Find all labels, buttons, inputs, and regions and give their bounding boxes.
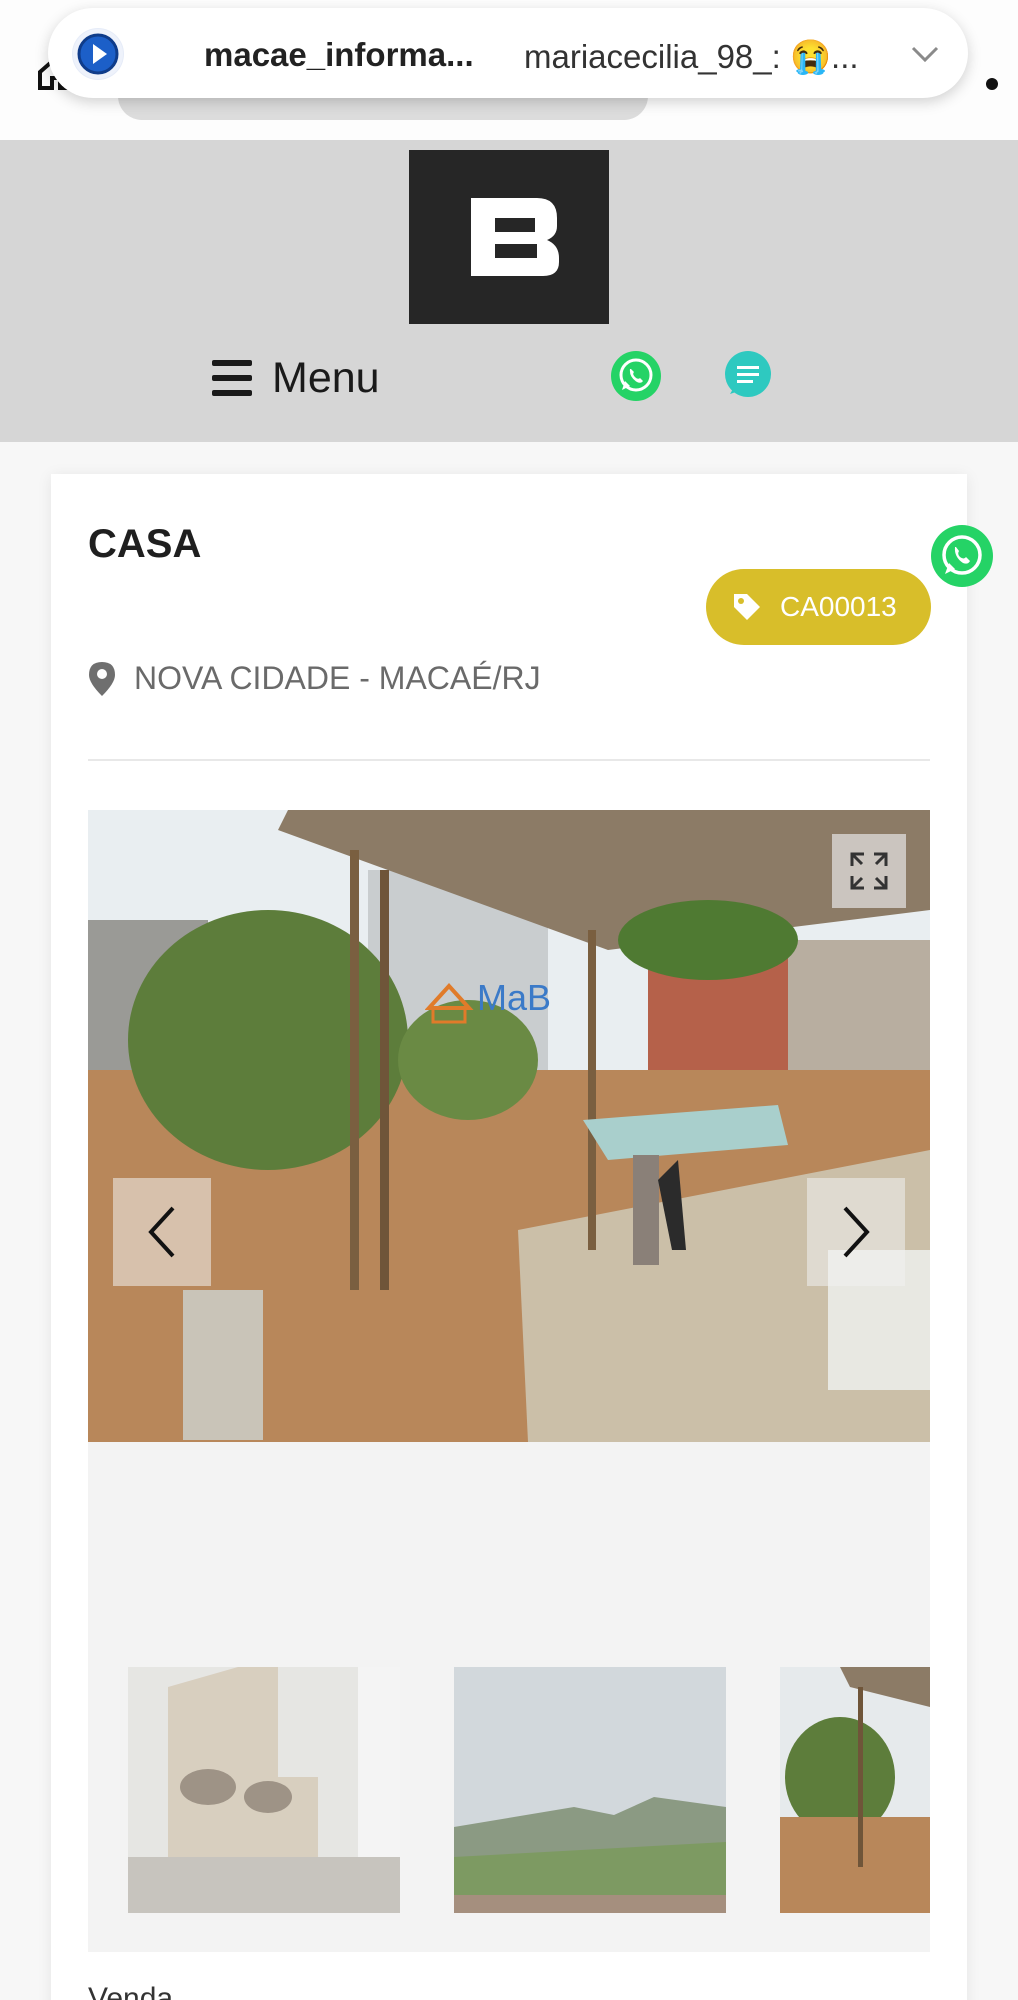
landscape-photo-image (454, 1667, 726, 1913)
hamburger-icon (212, 360, 252, 396)
watermark-logo-icon: MaB (425, 977, 551, 1024)
thumbnail[interactable] (128, 1667, 400, 1913)
previous-photo-button[interactable] (113, 1178, 211, 1286)
thumbnail-strip (88, 1442, 930, 1952)
location-text: NOVA CIDADE - MACAÉ/RJ (134, 660, 541, 696)
notification-sender: macae_informa... (204, 36, 474, 73)
next-photo-button[interactable] (807, 1178, 905, 1286)
divider (88, 759, 930, 761)
fullscreen-button[interactable] (832, 834, 906, 908)
listing-location: NOVA CIDADE - MACAÉ/RJ (88, 660, 541, 697)
menu-button[interactable]: Menu (212, 348, 380, 408)
backyard-thumb-image (780, 1667, 930, 1913)
location-pin-icon (89, 661, 115, 696)
site-logo[interactable] (409, 150, 609, 324)
floating-whatsapp-icon[interactable] (930, 524, 994, 588)
logo-b-icon (471, 198, 559, 276)
expand-icon (850, 852, 888, 890)
menu-label: Menu (272, 353, 380, 402)
more-icon[interactable] (986, 78, 998, 90)
chevron-down-icon[interactable] (910, 44, 940, 64)
listing-code: CA00013 (780, 591, 897, 622)
listing-card: CASA CA00013 NOVA CIDADE - MACAÉ/RJ MaB … (51, 474, 967, 2000)
listing-purpose: Venda (88, 1982, 174, 2000)
notification-banner[interactable]: macae_informa... mariacecilia_98_: 😭... (48, 8, 968, 98)
thumbnail[interactable] (454, 1667, 726, 1913)
thumbnail[interactable] (780, 1667, 930, 1913)
listing-title: CASA (88, 522, 202, 566)
chevron-right-icon (843, 1206, 870, 1258)
notification-message: mariacecilia_98_: 😭... (524, 38, 859, 75)
chevron-left-icon (148, 1206, 175, 1258)
main-photo[interactable]: MaB (88, 810, 930, 1442)
watermark-text: MaB (477, 977, 551, 1018)
listing-code-badge: CA00013 (706, 569, 931, 645)
backyard-photo-image (88, 810, 930, 1442)
whatsapp-icon[interactable] (610, 350, 662, 402)
barbecue-photo-image (128, 1667, 400, 1913)
site-header: Menu (0, 140, 1018, 442)
app-logo-icon (72, 28, 124, 80)
chat-icon[interactable] (722, 350, 774, 402)
tag-icon (734, 594, 760, 620)
